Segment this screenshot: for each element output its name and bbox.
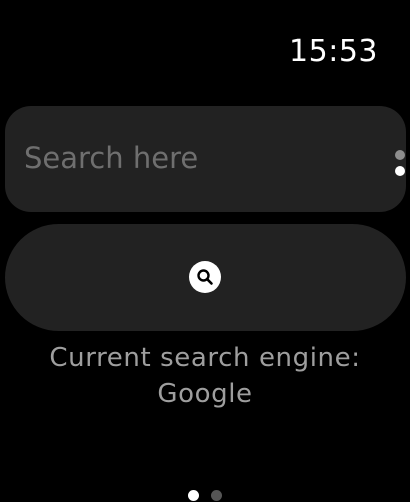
scroll-indicator-dot-active — [395, 166, 405, 176]
page-dot[interactable] — [211, 490, 222, 501]
scroll-indicator-dot — [395, 150, 405, 160]
current-engine-caption: Current search engine: — [49, 343, 361, 373]
search-button[interactable] — [5, 224, 406, 331]
current-engine-name: Google — [157, 379, 253, 409]
search-placeholder: Search here — [24, 141, 199, 175]
page-dot-active — [188, 490, 199, 501]
search-icon — [189, 261, 221, 293]
page-indicator — [188, 490, 228, 502]
search-input[interactable]: Search here — [5, 106, 406, 212]
current-engine-label: Current search engine: Google — [0, 340, 410, 412]
scroll-indicator — [395, 148, 405, 178]
clock-time: 15:53 — [289, 34, 378, 69]
